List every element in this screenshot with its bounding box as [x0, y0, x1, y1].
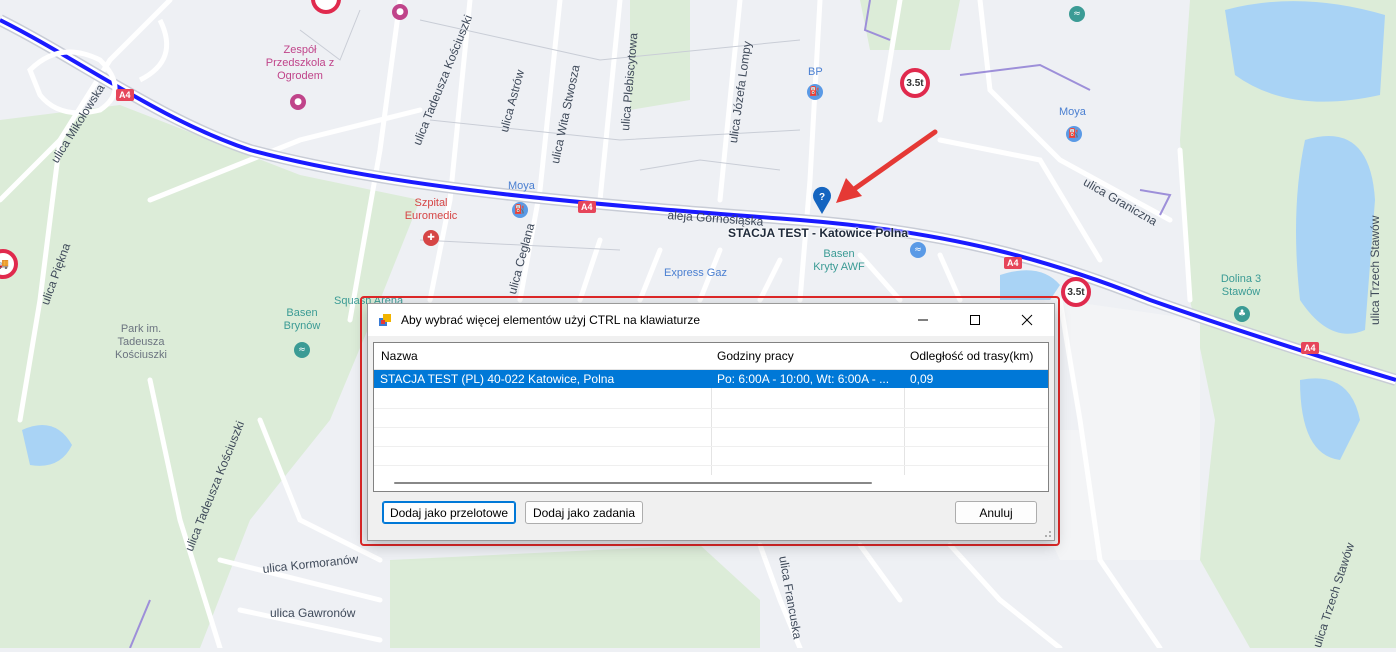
dialog-title: Aby wybrać więcej elementów użyj CTRL na… [401, 313, 701, 327]
horizontal-scrollbar[interactable] [374, 475, 1048, 491]
cell-hours: Po: 6:00A - 10:00, Wt: 6:00A - ... [717, 372, 890, 386]
poi-label: Moya [1059, 106, 1086, 118]
station-label[interactable]: STACJA TEST - Katowice Polna [728, 226, 908, 240]
add-as-tasks-button[interactable]: Dodaj jako zadania [525, 501, 643, 524]
pool-icon: ≈ [1069, 6, 1085, 22]
hospital-icon: ✚ [423, 230, 439, 246]
poi-label: Moya [508, 180, 535, 192]
road-shield: A4 [1004, 257, 1022, 269]
column-header-distance[interactable]: Odległość od trasy(km) [910, 349, 1033, 363]
road-shield: A4 [1301, 342, 1319, 354]
pool-icon: ≈ [910, 242, 926, 258]
cancel-button[interactable]: Anuluj [955, 501, 1037, 524]
empty-row [374, 409, 1048, 428]
poi-label: Szpital Euromedic [404, 197, 458, 222]
results-grid[interactable]: Nazwa Godziny pracy Odległość od trasy(k… [373, 342, 1049, 492]
column-header-hours[interactable]: Godziny pracy [717, 349, 794, 363]
poi-label: Basen Kryty AWF [813, 248, 865, 273]
park-area [0, 105, 420, 648]
fuel-icon: ⛽ [1066, 126, 1082, 142]
app-icon [379, 314, 391, 326]
green-area-bottom [390, 545, 760, 648]
annotation-arrow [847, 129, 938, 195]
close-icon[interactable] [1004, 304, 1050, 336]
cell-name: STACJA TEST (PL) 40-022 Katowice, Polna [380, 372, 615, 386]
street-label: ulica Trzech Stawów [1368, 215, 1382, 325]
svg-text:?: ? [819, 192, 825, 203]
poi-label: Express Gaz [664, 267, 727, 279]
road-shield: A4 [116, 89, 134, 101]
question-pin-icon: ? [812, 186, 831, 214]
pool-icon: ≈ [294, 342, 310, 358]
empty-row [374, 390, 1048, 409]
poi-label: Park im. Tadeusza Kościuszki [115, 323, 167, 361]
select-elements-dialog: Aby wybrać więcej elementów użyj CTRL na… [367, 303, 1055, 541]
poi-label: Dolina 3 Stawów [1220, 273, 1262, 298]
lake [1296, 136, 1375, 334]
school-icon: ● [392, 4, 408, 20]
poi-label: Basen Brynów [283, 307, 321, 332]
green-area-top-right [860, 0, 960, 50]
park-icon: ♣ [1234, 306, 1250, 322]
table-row[interactable]: STACJA TEST (PL) 40-022 Katowice, Polna … [374, 370, 1048, 388]
fuel-icon: ⛽ [512, 202, 528, 218]
empty-row [374, 428, 1048, 447]
school-icon: ● [290, 94, 306, 110]
weight-limit-sign: 3.5t [1061, 277, 1091, 307]
green-area-top [630, 0, 690, 110]
empty-row [374, 447, 1048, 466]
column-header-name[interactable]: Nazwa [381, 349, 418, 363]
dialog-titlebar[interactable]: Aby wybrać więcej elementów użyj CTRL na… [368, 304, 1054, 336]
weight-limit-sign: 3.5t [900, 68, 930, 98]
grid-header: Nazwa Godziny pracy Odległość od trasy(k… [374, 343, 1048, 370]
street-label: ulica Gawronów [270, 606, 356, 620]
cell-distance: 0,09 [910, 372, 934, 386]
resize-grip-icon[interactable] [1042, 528, 1052, 538]
fuel-icon: ⛽ [807, 84, 823, 100]
add-as-waypoints-button[interactable]: Dodaj jako przelotowe [382, 501, 516, 524]
poi-label: BP [808, 66, 823, 78]
maximize-icon[interactable] [952, 304, 998, 336]
poi-label: Zespół Przedszkola z Ogrodem [265, 44, 335, 82]
road-shield: A4 [578, 201, 596, 213]
minimize-icon[interactable] [900, 304, 946, 336]
scrollbar-thumb[interactable] [394, 482, 872, 484]
